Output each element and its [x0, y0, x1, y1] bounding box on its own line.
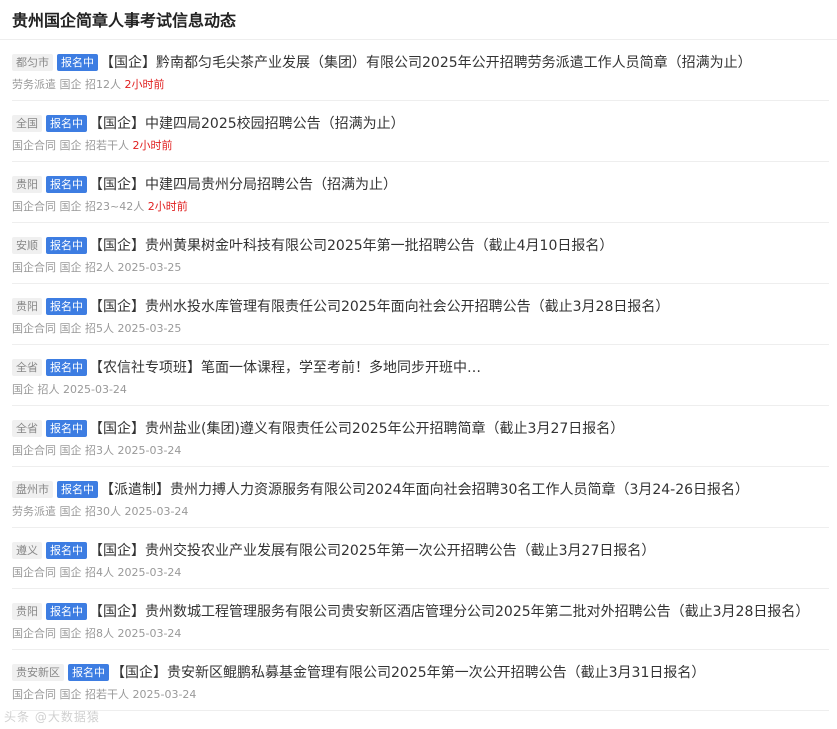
item-title-link[interactable]: 【国企】贵州黄果树金叶科技有限公司2025年第一批招聘公告（截止4月10日报名） — [89, 238, 613, 254]
item-time: 2025-03-25 — [117, 261, 182, 274]
item-meta-text: 国企合同 国企 招2人 — [12, 261, 114, 274]
status-badge: 报名中 — [46, 420, 87, 437]
list-item[interactable]: 全省 报名中 【国企】贵州盐业(集团)遵义有限责任公司2025年公开招聘简章（截止3… — [12, 406, 829, 467]
page-header: 贵州国企简章人事考试信息动态 — [0, 0, 837, 40]
item-meta: 国企合同 国企 招3人 2025-03-24 — [12, 443, 829, 459]
region-tag: 都匀市 — [12, 54, 53, 71]
item-meta: 国企合同 国企 招5人 2025-03-25 — [12, 321, 829, 337]
item-time: 2小时前 — [124, 78, 165, 91]
item-title-link[interactable]: 【国企】贵州数城工程管理服务有限公司贵安新区酒店管理分公司2025年第二批对外招… — [89, 604, 809, 620]
item-title-row: 安顺 报名中 【国企】贵州黄果树金叶科技有限公司2025年第一批招聘公告（截止4月1… — [12, 235, 829, 257]
status-badge: 报名中 — [46, 298, 87, 315]
item-title-row: 贵阳 报名中 【国企】贵州数城工程管理服务有限公司贵安新区酒店管理分公司2025年第… — [12, 601, 829, 623]
item-title-row: 盘州市 报名中 【派遣制】贵州力搏人力资源服务有限公司2024年面向社会招聘30名工… — [12, 479, 829, 501]
region-tag: 贵阳 — [12, 298, 42, 315]
region-tag: 贵阳 — [12, 603, 42, 620]
item-meta-text: 国企合同 国企 招23~42人 — [12, 200, 145, 213]
item-title-link[interactable]: 【国企】贵州交投农业产业发展有限公司2025年第一次公开招聘公告（截止3月27日… — [89, 543, 655, 559]
item-title-row: 都匀市 报名中 【国企】黔南都匀毛尖茶产业发展（集团）有限公司2025年公开招聘劳务… — [12, 52, 829, 74]
item-title-row: 全省 报名中 【国企】贵州盐业(集团)遵义有限责任公司2025年公开招聘简章（截止3… — [12, 418, 829, 440]
item-title-link[interactable]: 【派遣制】贵州力搏人力资源服务有限公司2024年面向社会招聘30名工作人员简章（… — [100, 482, 749, 498]
item-title-link[interactable]: 【国企】贵州盐业(集团)遵义有限责任公司2025年公开招聘简章（截止3月27日报… — [89, 421, 624, 437]
status-badge: 报名中 — [46, 176, 87, 193]
region-tag: 贵阳 — [12, 176, 42, 193]
item-time: 2025-03-24 — [117, 566, 182, 579]
list-item[interactable]: 遵义 报名中 【国企】贵州交投农业产业发展有限公司2025年第一次公开招聘公告（截止… — [12, 528, 829, 589]
region-tag: 全省 — [12, 420, 42, 437]
region-tag: 全省 — [12, 359, 42, 376]
item-title-row: 贵阳 报名中 【国企】中建四局贵州分局招聘公告（招满为止） — [12, 174, 829, 196]
status-badge: 报名中 — [57, 54, 98, 71]
item-meta: 劳务派遣 国企 招12人 2小时前 — [12, 77, 829, 93]
item-meta: 国企合同 国企 招若干人 2025-03-24 — [12, 687, 829, 703]
list-item[interactable]: 安顺 报名中 【国企】贵州黄果树金叶科技有限公司2025年第一批招聘公告（截止4月1… — [12, 223, 829, 284]
item-title-link[interactable]: 【国企】中建四局2025校园招聘公告（招满为止） — [89, 116, 405, 132]
list-item[interactable]: 全国 报名中 【国企】中建四局2025校园招聘公告（招满为止） 国企合同 国企 招若干… — [12, 101, 829, 162]
list-item[interactable]: 盘州市 报名中 【派遣制】贵州力搏人力资源服务有限公司2024年面向社会招聘30名工… — [12, 467, 829, 528]
item-title-row: 贵安新区 报名中 【国企】贵安新区鲲鹏私募基金管理有限公司2025年第一次公开招聘公… — [12, 662, 829, 684]
item-meta: 国企合同 国企 招8人 2025-03-24 — [12, 626, 829, 642]
job-list: 都匀市 报名中 【国企】黔南都匀毛尖茶产业发展（集团）有限公司2025年公开招聘劳务… — [0, 40, 837, 711]
item-title-link[interactable]: 【国企】黔南都匀毛尖茶产业发展（集团）有限公司2025年公开招聘劳务派遣工作人员… — [100, 55, 752, 71]
item-time: 2025-03-25 — [117, 322, 182, 335]
region-tag: 安顺 — [12, 237, 42, 254]
item-title-link[interactable]: 【国企】中建四局贵州分局招聘公告（招满为止） — [89, 177, 397, 193]
item-time: 2025-03-24 — [63, 383, 127, 396]
item-time: 2025-03-24 — [124, 505, 189, 518]
item-title-row: 遵义 报名中 【国企】贵州交投农业产业发展有限公司2025年第一次公开招聘公告（截止… — [12, 540, 829, 562]
item-meta-text: 劳务派遣 国企 招12人 — [12, 78, 121, 91]
list-item[interactable]: 贵阳 报名中 【国企】贵州数城工程管理服务有限公司贵安新区酒店管理分公司2025年第… — [12, 589, 829, 650]
item-title-link[interactable]: 【国企】贵安新区鲲鹏私募基金管理有限公司2025年第一次公开招聘公告（截止3月3… — [111, 665, 705, 681]
region-tag: 全国 — [12, 115, 42, 132]
item-title-row: 贵阳 报名中 【国企】贵州水投水库管理有限责任公司2025年面向社会公开招聘公告（截… — [12, 296, 829, 318]
item-time: 2025-03-24 — [117, 444, 182, 457]
status-badge: 报名中 — [57, 481, 98, 498]
status-badge: 报名中 — [46, 603, 87, 620]
status-badge: 报名中 — [46, 115, 87, 132]
list-item[interactable]: 都匀市 报名中 【国企】黔南都匀毛尖茶产业发展（集团）有限公司2025年公开招聘劳务… — [12, 40, 829, 101]
item-meta-text: 国企合同 国企 招3人 — [12, 444, 114, 457]
item-time: 2025-03-24 — [117, 627, 182, 640]
item-meta: 国企 招人 2025-03-24 — [12, 382, 829, 398]
item-time: 2025-03-24 — [132, 688, 197, 701]
item-meta: 劳务派遣 国企 招30人 2025-03-24 — [12, 504, 829, 520]
status-badge: 报名中 — [46, 359, 87, 376]
item-meta-text: 国企合同 国企 招8人 — [12, 627, 114, 640]
watermark: 头条 @大数据猿 — [4, 710, 100, 724]
status-badge: 报名中 — [46, 542, 87, 559]
region-tag: 盘州市 — [12, 481, 53, 498]
item-meta: 国企合同 国企 招若干人 2小时前 — [12, 138, 829, 154]
item-title-row: 全省 报名中 【农信社专项班】笔面一体课程，学至考前！多地同步开班中… — [12, 357, 829, 379]
item-title-link[interactable]: 【国企】贵州水投水库管理有限责任公司2025年面向社会公开招聘公告（截止3月28… — [89, 299, 669, 315]
item-meta: 国企合同 国企 招4人 2025-03-24 — [12, 565, 829, 581]
item-meta: 国企合同 国企 招2人 2025-03-25 — [12, 260, 829, 276]
item-meta-text: 国企合同 国企 招若干人 — [12, 688, 129, 701]
item-meta: 国企合同 国企 招23~42人 2小时前 — [12, 199, 829, 215]
page-title: 贵州国企简章人事考试信息动态 — [12, 11, 237, 30]
item-meta-text: 国企合同 国企 招5人 — [12, 322, 114, 335]
status-badge: 报名中 — [46, 237, 87, 254]
item-time: 2小时前 — [132, 139, 173, 152]
status-badge: 报名中 — [68, 664, 109, 681]
item-meta-text: 国企 招人 — [12, 383, 60, 396]
region-tag: 遵义 — [12, 542, 42, 559]
list-item[interactable]: 贵阳 报名中 【国企】贵州水投水库管理有限责任公司2025年面向社会公开招聘公告（截… — [12, 284, 829, 345]
list-item[interactable]: 贵安新区 报名中 【国企】贵安新区鲲鹏私募基金管理有限公司2025年第一次公开招聘公… — [12, 650, 829, 711]
list-item[interactable]: 全省 报名中 【农信社专项班】笔面一体课程，学至考前！多地同步开班中… 国企 招人 2… — [12, 345, 829, 406]
item-title-row: 全国 报名中 【国企】中建四局2025校园招聘公告（招满为止） — [12, 113, 829, 135]
region-tag: 贵安新区 — [12, 664, 64, 681]
item-meta-text: 国企合同 国企 招若干人 — [12, 139, 129, 152]
list-item[interactable]: 贵阳 报名中 【国企】中建四局贵州分局招聘公告（招满为止） 国企合同 国企 招23~4… — [12, 162, 829, 223]
item-meta-text: 劳务派遣 国企 招30人 — [12, 505, 121, 518]
item-time: 2小时前 — [147, 200, 188, 213]
item-meta-text: 国企合同 国企 招4人 — [12, 566, 114, 579]
item-title-link[interactable]: 【农信社专项班】笔面一体课程，学至考前！多地同步开班中… — [89, 360, 481, 376]
